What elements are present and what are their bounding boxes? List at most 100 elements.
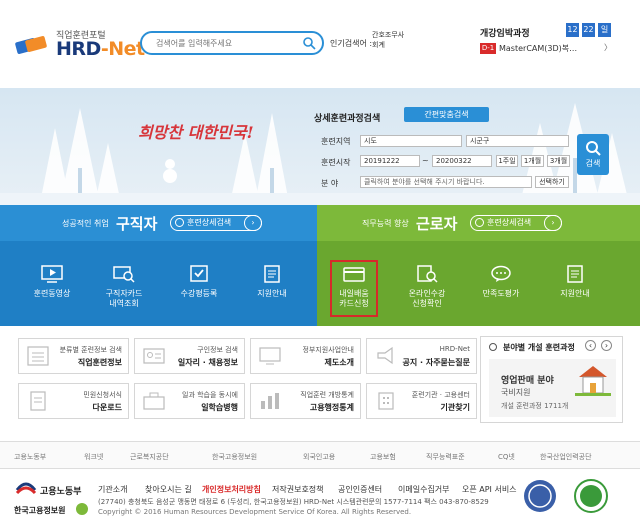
card-title: 고용행정통계 <box>309 403 354 412</box>
partner-link[interactable]: 워크넷 <box>84 452 103 462</box>
period-1month-button[interactable]: 1개월 <box>521 155 544 167</box>
card-job-info[interactable]: 구인정보 검색 일자리 · 채용정보 <box>134 338 245 374</box>
popular-item[interactable]: 회계 <box>372 40 404 50</box>
jobseeker-subtitle: 성공적인 취업 <box>62 219 109 228</box>
jobseeker-band <box>0 205 317 241</box>
logo-hrd: HRD <box>56 38 101 60</box>
field-select-input[interactable]: 클릭하여 분야를 선택해 주시기 바랍니다. <box>360 176 532 188</box>
briefcase-icon <box>143 392 165 410</box>
tile-training-video[interactable]: 훈련동영상 <box>17 265 87 299</box>
partner-link[interactable]: 직무능력표준 <box>426 452 465 462</box>
field-course-panel: 분야별 개설 훈련과정 ‹ › 영업판매 분야 국비지원 개설 훈련과정 171… <box>480 336 623 423</box>
hrd-logo-icon[interactable] <box>14 34 50 56</box>
card-form-download[interactable]: 민원신청서식 다운로드 <box>18 383 129 419</box>
tile-label: 온라인수강 <box>408 289 446 298</box>
popular-item[interactable]: 간호조무사 <box>372 30 404 40</box>
footer-link-email-refuse[interactable]: 이메일수집거부 <box>398 484 450 495</box>
logo-title[interactable]: HRD-Net <box>56 38 145 60</box>
tile-review-register[interactable]: 수강평등록 <box>164 265 234 299</box>
speech-bubble-icon <box>491 265 511 282</box>
dot-icon <box>489 343 497 351</box>
footer-copyright: Copyright © 2016 Human Resources Develop… <box>98 508 412 516</box>
partner-link[interactable]: 한국산업인력공단 <box>540 452 592 462</box>
footer-link-copyright[interactable]: 저작권보호정책 <box>272 484 324 495</box>
checkbox-icon <box>190 265 208 282</box>
partner-link[interactable]: CQ넷 <box>498 452 515 462</box>
card-title: 다운로드 <box>92 403 122 412</box>
search-box <box>140 31 324 55</box>
upcoming-course-title: 개강임박과정 <box>480 29 530 39</box>
list-icon <box>27 346 49 366</box>
footer-link-privacy[interactable]: 개인정보처리방침 <box>202 484 261 495</box>
field-select-button[interactable]: 선택하기 <box>535 176 569 188</box>
partner-link[interactable]: 외국인고용 <box>303 452 335 462</box>
card-subtitle: HRD-Net <box>439 345 470 353</box>
tile-jobseeker-card-history[interactable]: 구직자카드 내역조회 <box>89 265 159 309</box>
chevron-right-icon[interactable]: › <box>244 215 262 231</box>
next-icon[interactable]: › <box>601 340 612 351</box>
footer-link-certificate[interactable]: 공인인증센터 <box>338 484 382 495</box>
chevron-right-icon[interactable]: › <box>544 215 562 231</box>
date-separator: ~ <box>422 156 429 165</box>
tile-support-guide[interactable]: 지원안내 <box>237 265 307 299</box>
tile-support-guide-worker[interactable]: 지원안내 <box>540 265 610 299</box>
period-label: 훈련시작 <box>321 158 351 167</box>
tile-naeil-card-apply[interactable]: 내일배움 카드신청 <box>319 265 389 309</box>
document-search-icon <box>417 265 438 283</box>
eprivacy-mark-icon[interactable] <box>520 478 560 514</box>
credit-card-icon <box>343 267 365 282</box>
search-icon[interactable] <box>302 36 316 50</box>
popular-search-list: 간호조무사 회계 <box>372 30 404 50</box>
region-province-select[interactable]: 시도 <box>360 135 462 147</box>
card-notice-faq[interactable]: HRD-Net 공지 · 자주묻는질문 <box>366 338 477 374</box>
card-title: 일자리 · 채용정보 <box>177 358 238 367</box>
search-input[interactable] <box>156 36 296 50</box>
card-work-study[interactable]: 일과 학습을 동시에 일학습병행 <box>134 383 245 419</box>
card-training-info[interactable]: 분류별 훈련정보 검색 직업훈련정보 <box>18 338 129 374</box>
partner-link[interactable]: 고용노동부 <box>14 452 46 462</box>
ministry-name: 고용노동부 <box>40 487 82 497</box>
field-name: 영업판매 분야 <box>501 376 554 386</box>
tile-label: 만족도평가 <box>482 289 520 298</box>
card-title: 일학습병행 <box>201 403 238 412</box>
partner-link[interactable]: 고용보험 <box>370 452 396 462</box>
footer-link-open-api[interactable]: 오픈 API 서비스 <box>462 484 517 495</box>
tile-online-enroll-check[interactable]: 온라인수강 신청확인 <box>392 265 462 309</box>
region-city-select[interactable]: 시군구 <box>466 135 569 147</box>
card-find-institution[interactable]: 훈련기관 · 고용센터 기관찾기 <box>366 383 477 419</box>
partner-link[interactable]: 한국고용정보원 <box>212 452 257 462</box>
tile-satisfaction-survey[interactable]: 만족도평가 <box>466 265 536 299</box>
tile-label: 수강평등록 <box>180 289 218 298</box>
card-employment-stats[interactable]: 직업훈련 개방통계 고용행정통계 <box>250 383 361 419</box>
partner-link[interactable]: 근로복지공단 <box>130 452 169 462</box>
worker-subtitle: 직무능력 향상 <box>362 219 409 228</box>
footer-link-about[interactable]: 기관소개 <box>98 484 127 495</box>
field-subtitle: 국비지원 <box>501 388 531 397</box>
tile-label: 지원안내 <box>257 289 287 298</box>
search-icon <box>475 218 484 227</box>
period-3month-button[interactable]: 3개월 <box>547 155 570 167</box>
detail-search-title: 상세훈련과정검색 <box>314 114 381 124</box>
footer-address: (27740) 충청북도 음성군 맹동면 태정로 6 (두성리, 한국고용정보원… <box>98 498 489 506</box>
hero-slogan: 희망찬 대한민국! <box>138 123 254 142</box>
simple-search-button[interactable]: 간편맞춤검색 <box>404 107 489 122</box>
date-to-input[interactable]: 20200322 <box>432 155 492 167</box>
partner-bar: 고용노동부 워크넷 근로복지공단 한국고용정보원 외국인고용 고용보험 직무능력… <box>0 441 640 469</box>
logo-net: -Net <box>100 38 145 60</box>
period-1week-button[interactable]: 1주일 <box>496 155 518 167</box>
card-subtitle: 일과 학습을 동시에 <box>182 391 238 399</box>
upcoming-course-link[interactable]: MasterCAM(3D)복… <box>499 43 577 54</box>
card-subtitle: 분류별 훈련정보 검색 <box>59 346 122 354</box>
footer-link-directions[interactable]: 찾아오시는 길 <box>145 484 192 495</box>
chevron-right-icon[interactable]: 〉 <box>604 42 612 53</box>
bar-chart-icon <box>261 393 279 409</box>
field-label: 분 야 <box>321 179 339 188</box>
detail-search-button[interactable]: 검색 <box>577 134 609 175</box>
jobseeker-detail-search-label: 훈련상세검색 <box>187 218 232 227</box>
tile-label: 지원안내 <box>560 289 590 298</box>
web-accessibility-mark-icon[interactable] <box>568 478 614 514</box>
card-subtitle: 민원신청서식 <box>83 391 122 399</box>
card-system-intro[interactable]: 정부지원사업안내 제도소개 <box>250 338 361 374</box>
prev-icon[interactable]: ‹ <box>585 340 596 351</box>
date-from-input[interactable]: 20191222 <box>360 155 420 167</box>
